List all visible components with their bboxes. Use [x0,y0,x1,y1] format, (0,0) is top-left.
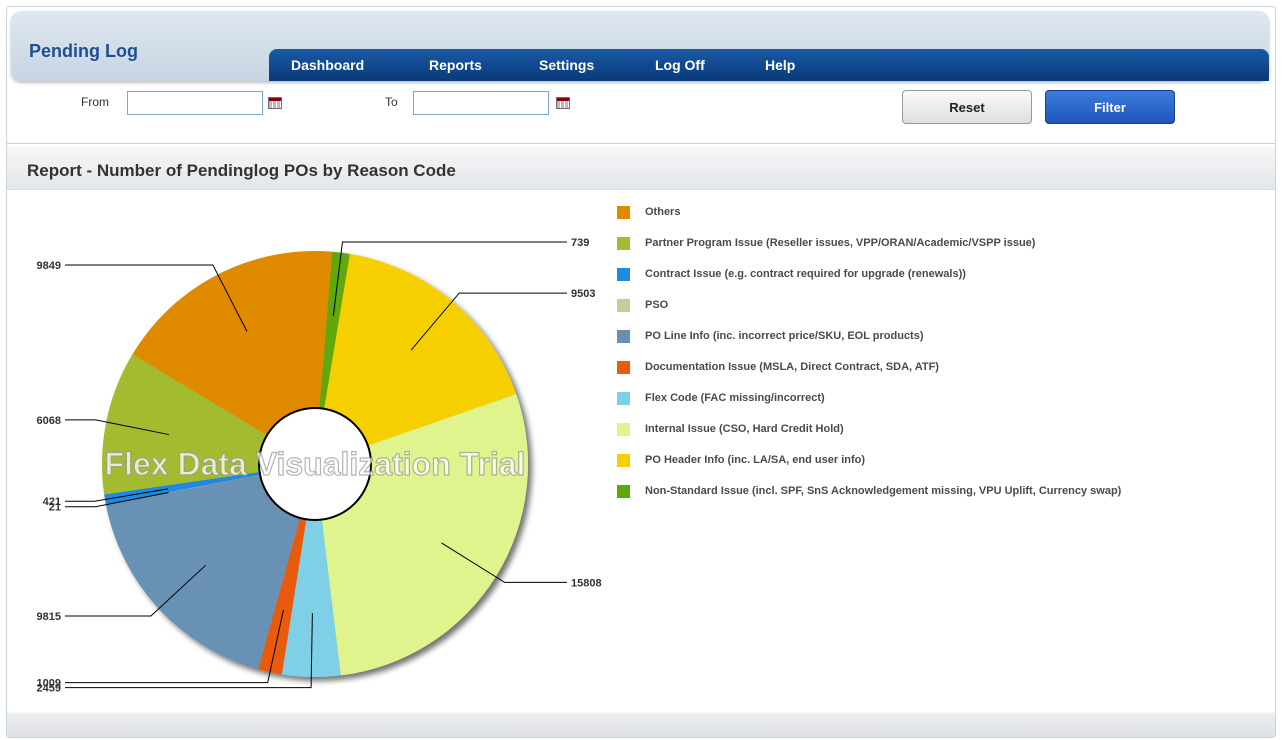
donut-chart: Flex Data Visualization Trial 9849 739 950… [37,237,602,695]
nav-dashboard[interactable]: Dashboard [291,57,364,73]
to-date-input[interactable] [413,91,549,115]
nav-reports[interactable]: Reports [429,57,482,73]
to-label: To [385,95,398,109]
report-body: Flex Data Visualization Trial 9849 739 950… [7,190,1275,712]
legend-swatch [617,392,630,405]
data-label: 15808 [571,577,602,589]
legend-label: Others [645,206,681,218]
legend-swatch [617,268,630,281]
from-calendar-icon[interactable] [268,97,282,109]
data-label: 421 [43,496,61,508]
legend-label: Non-Standard Issue (incl. SPF, SnS Ackno… [645,485,1122,497]
to-calendar-icon[interactable] [556,97,570,109]
filter-button[interactable]: Filter [1045,90,1175,124]
legend-swatch [617,237,630,250]
legend-label: PO Header Info (inc. LA/SA, end user inf… [645,454,866,466]
legend-label: Flex Code (FAC missing/incorrect) [645,392,825,404]
nav-help[interactable]: Help [765,57,795,73]
data-label: 1009 [37,678,61,690]
from-date-input[interactable] [127,91,263,115]
watermark: Flex Data Visualization Trial [105,446,526,482]
legend-swatch [617,206,630,219]
legend-label: Contract Issue (e.g. contract required f… [645,268,966,280]
nav-settings[interactable]: Settings [539,57,594,73]
legend-label: Documentation Issue (MSLA, Direct Contra… [645,361,939,373]
legend-swatch [617,299,630,312]
legend-swatch [617,423,630,436]
main-nav: Dashboard Reports Settings Log Off Help [269,49,1269,81]
legend-label: PO Line Info (inc. incorrect price/SKU, … [645,330,924,342]
legend-label: Internal Issue (CSO, Hard Credit Hold) [645,423,844,435]
data-label: 739 [571,237,589,249]
footer-bar [7,713,1275,737]
data-label: 9503 [571,288,595,300]
from-label: From [81,95,109,109]
report-title: Report - Number of Pendinglog POs by Rea… [27,161,456,180]
legend-swatch [617,454,630,467]
reset-button[interactable]: Reset [902,90,1032,124]
legend-label: PSO [645,299,669,311]
legend-swatch [617,485,630,498]
legend-label: Partner Program Issue (Reseller issues, … [645,237,1036,249]
legend-swatch [617,330,630,343]
report-header: Report - Number of Pendinglog POs by Rea… [7,149,1275,190]
data-label: 9849 [37,260,61,272]
data-label: 9815 [37,611,61,623]
app-title: Pending Log [29,41,138,61]
legend-swatch [617,361,630,374]
app-window: Pending Log Dashboard Reports Settings L… [6,6,1276,738]
nav-log-off[interactable]: Log Off [655,57,705,73]
data-label: 6068 [37,415,61,427]
